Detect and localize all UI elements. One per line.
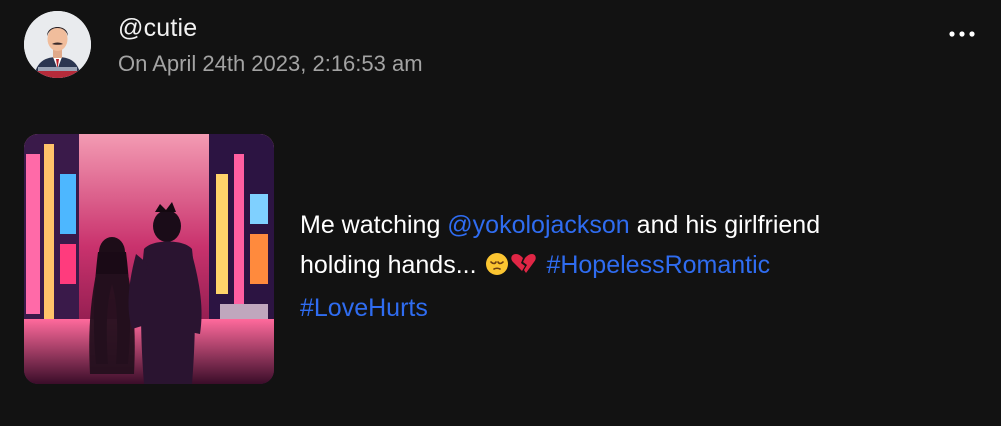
hashtag-link[interactable]: #HopelessRomantic [546, 251, 770, 279]
post-timestamp: On April 24th 2023, 2:16:53 am [118, 51, 423, 76]
more-horizontal-icon [949, 31, 975, 37]
username[interactable]: @cutie [118, 13, 197, 43]
post-text-segment: holding hands... [300, 251, 484, 279]
couple-city-night-illustration [24, 134, 274, 384]
avatar-illustration [24, 11, 91, 78]
post-text-segment: and his girlfriend [629, 211, 821, 239]
emoji-group [485, 248, 537, 288]
post-text-segment: Me watching [300, 211, 448, 239]
avatar[interactable] [24, 11, 91, 78]
broken-heart-icon [511, 254, 537, 274]
mention-link[interactable]: @yokolojackson [447, 211, 629, 239]
hashtag-link[interactable]: #LoveHurts [300, 294, 428, 322]
more-options-button[interactable] [945, 22, 979, 46]
post-card: @cutie On April 24th 2023, 2:16:53 am Me… [0, 0, 1001, 426]
post-image[interactable] [24, 134, 274, 384]
pensive-face-icon [486, 253, 509, 275]
post-text: Me watching @yokolojackson and his girlf… [300, 205, 980, 328]
